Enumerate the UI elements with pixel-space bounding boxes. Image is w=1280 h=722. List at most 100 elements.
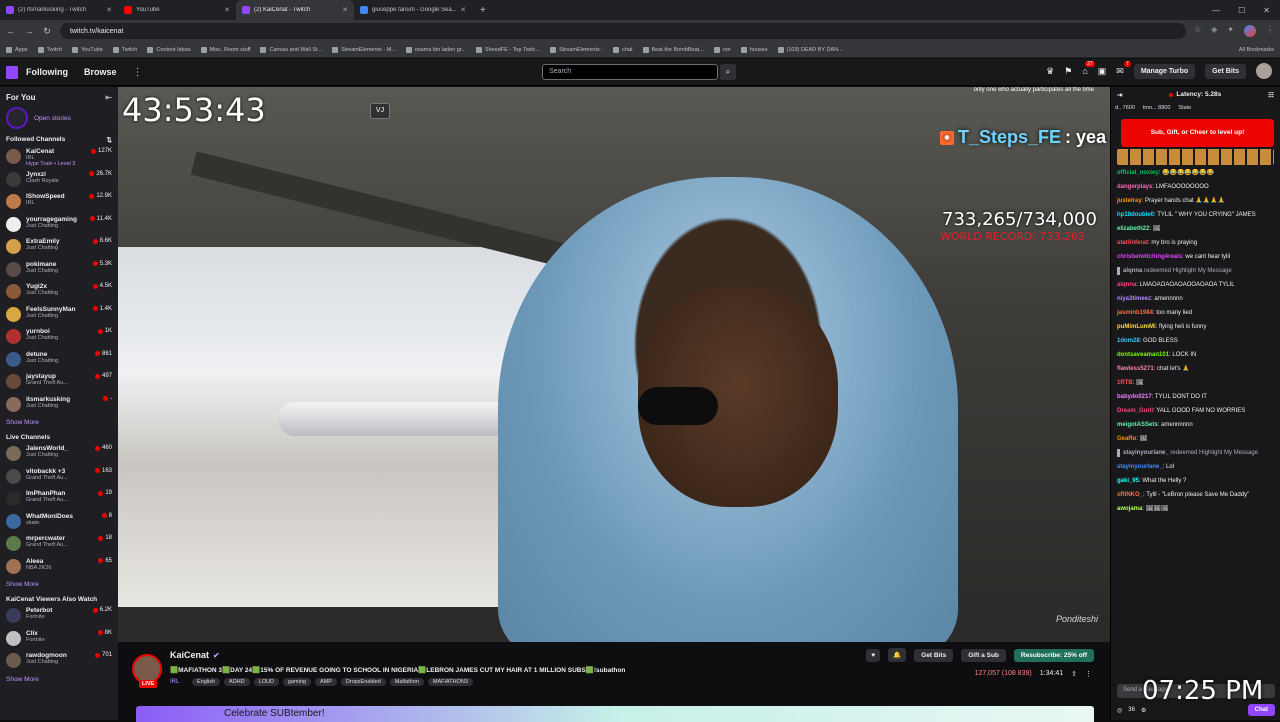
chat-username[interactable]: official_noxiey <box>1117 170 1159 176</box>
chat-username[interactable]: dontsaveaman101 <box>1117 352 1169 358</box>
minimize-icon[interactable]: — <box>1212 6 1220 15</box>
tab-close-icon[interactable]: ✕ <box>460 6 466 14</box>
get-bits-channel-button[interactable]: Get Bits <box>914 648 954 662</box>
sidebar-channel[interactable]: itsmarkusking Just Chatting - <box>0 394 118 417</box>
new-tab-icon[interactable]: + <box>472 5 494 16</box>
sidebar-channel[interactable]: KaiCenat IRL Hype Train • Level 3 127K <box>0 146 118 169</box>
stream-tag[interactable]: LOUD <box>253 678 279 686</box>
show-more-live[interactable]: Show More <box>0 578 118 592</box>
chat-username[interactable]: xRINKO_ <box>1117 492 1143 498</box>
chat-settings-icon[interactable]: ⚙ <box>1141 707 1146 714</box>
crown-icon[interactable]: ♛ <box>1046 66 1054 77</box>
bookmark-item[interactable]: StreamElements - M... <box>332 46 396 53</box>
sidebar-channel[interactable]: IShowSpeed IRL 12.9K <box>0 191 118 214</box>
browser-tab[interactable]: giuseppe fanum - Google Sea... ✕ <box>354 0 472 20</box>
chat-username[interactable]: stayinyourlane_ <box>1123 450 1169 456</box>
chat-username[interactable]: alqnna <box>1123 268 1142 274</box>
whispers-icon[interactable]: ✉ 7 <box>1116 60 1131 77</box>
chat-username[interactable]: 1dom28 <box>1117 338 1140 344</box>
nav-browse[interactable]: Browse <box>84 67 117 77</box>
forward-icon[interactable]: → <box>24 26 34 36</box>
stream-tag[interactable]: DropsEnabled <box>340 678 386 686</box>
more-icon[interactable]: ⋮ <box>133 67 143 78</box>
open-stories[interactable]: Open stories <box>0 104 118 132</box>
chat-username[interactable]: 1RTB <box>1117 380 1133 386</box>
bookmark-star-icon[interactable]: ☆ <box>1194 25 1201 37</box>
show-more-followed[interactable]: Show More <box>0 416 118 430</box>
twitch-logo-icon[interactable] <box>6 65 18 79</box>
maximize-icon[interactable]: ☐ <box>1238 6 1245 15</box>
stream-tag[interactable]: ADHD <box>224 678 250 686</box>
bookmark-item[interactable]: Misc. Room stuff <box>200 46 250 53</box>
search-icon[interactable]: ⌕ <box>720 64 736 80</box>
sidebar-channel[interactable]: Jynxzi Clash Royale 26.7K <box>0 169 118 192</box>
stream-category[interactable]: IRL <box>170 679 179 685</box>
sidebar-channel[interactable]: Yugi2x Just Chatting 4.5K <box>0 281 118 304</box>
channel-points-icon[interactable]: ◎ <box>1117 707 1122 714</box>
chat-username[interactable]: jasminb1984 <box>1117 310 1153 316</box>
bookmark-item[interactable]: StreamElements - <box>550 46 603 53</box>
menu-icon[interactable]: ⋮ <box>1266 25 1274 37</box>
sidebar-channel[interactable]: vitobackk +3 Grand Theft Au... 163 <box>0 466 118 489</box>
browser-tab[interactable]: (2) itsmarkusking - Twitch ✕ <box>0 0 118 20</box>
manage-turbo-button[interactable]: Manage Turbo <box>1133 63 1196 79</box>
chat-username[interactable]: niya3timeez <box>1117 296 1151 302</box>
chat-username[interactable]: meigotASSets <box>1117 422 1158 428</box>
inbox-icon[interactable]: ▣ <box>1098 66 1107 77</box>
bookmark-item[interactable]: houses <box>740 46 768 53</box>
sidebar-channel[interactable]: FeelsSunnyMan Just Chatting 1.4K <box>0 304 118 327</box>
sidebar-channel[interactable]: JalensWorld_ Just Chatting 460 <box>0 443 118 466</box>
address-bar[interactable]: twitch.tv/kaicenat <box>60 23 1186 39</box>
gift-sub-button[interactable]: Gift a Sub <box>961 648 1006 662</box>
tab-close-icon[interactable]: ✕ <box>224 6 230 14</box>
bookmark-item[interactable]: Twitch <box>112 46 137 53</box>
prime-icon[interactable]: ⚑ <box>1064 66 1072 77</box>
bookmark-item[interactable]: chat <box>613 46 633 53</box>
sidebar-channel[interactable]: Peterbot Fortnite 6.2K <box>0 605 118 628</box>
follow-heart-icon[interactable]: ♥ <box>866 648 881 662</box>
stream-tag[interactable]: Mafiathon <box>389 678 424 686</box>
bookmark-item[interactable]: Beat the BombBeat... <box>642 46 704 53</box>
bookmark-item[interactable]: Canvas and Wall St... <box>260 46 322 53</box>
tab-close-icon[interactable]: ✕ <box>106 6 112 14</box>
notifications-icon[interactable]: ⌂ 27 <box>1082 61 1095 76</box>
chat-username[interactable]: Dream_Gurll <box>1117 408 1153 414</box>
sidebar-channel[interactable]: ImPhanPhan Grand Theft Au... 19 <box>0 488 118 511</box>
share-icon[interactable]: ⇪ <box>1071 670 1077 678</box>
puzzle-icon[interactable]: ✦ <box>1227 25 1234 37</box>
chat-username[interactable]: hp18double0 <box>1117 212 1154 218</box>
get-bits-button[interactable]: Get Bits <box>1205 63 1246 79</box>
bookmark-item[interactable]: osama bin laden gr... <box>405 46 466 53</box>
sidebar-channel[interactable]: rawdogmoon Just Chatting 701 <box>0 650 118 673</box>
browser-tab[interactable]: YouTube ✕ <box>118 0 236 20</box>
sidebar-channel[interactable]: mrpercwater Grand Theft Au... 18 <box>0 533 118 556</box>
sidebar-channel[interactable]: detune Just Chatting 861 <box>0 349 118 372</box>
extension-icon[interactable]: ◈ <box>1211 25 1217 37</box>
sidebar-channel[interactable]: yurnboi Just Chatting 1K <box>0 326 118 349</box>
stream-tag[interactable]: English <box>192 678 221 686</box>
bookmark-item[interactable]: Apps <box>6 46 28 53</box>
bookmark-item[interactable]: YouTube <box>72 46 103 53</box>
bookmark-item[interactable]: oor <box>713 46 731 53</box>
stream-tag[interactable]: MAFIATHON3 <box>427 678 473 686</box>
back-icon[interactable]: ← <box>6 26 16 36</box>
stream-tag[interactable]: AMP <box>314 678 337 686</box>
chat-username[interactable]: justelray <box>1117 198 1142 204</box>
tab-close-icon[interactable]: ✕ <box>342 6 348 14</box>
chat-username[interactable]: dangerplays <box>1117 184 1152 190</box>
chat-username[interactable]: GeaRo <box>1117 436 1136 442</box>
sidebar-channel[interactable]: pokimane Just Chatting 5.3K <box>0 259 118 282</box>
sidebar-channel[interactable]: jaystayup Grand Theft Au... 497 <box>0 371 118 394</box>
sidebar-channel[interactable]: ExtraEmily Just Chatting 8.6K <box>0 236 118 259</box>
chat-username[interactable]: puMimLumMi <box>1117 324 1156 330</box>
users-icon[interactable]: ☷ <box>1268 91 1274 99</box>
profile-avatar[interactable] <box>1244 25 1256 37</box>
channel-name[interactable]: KaiCenat <box>170 650 209 660</box>
chat-username[interactable]: flawless5271 <box>1117 366 1154 372</box>
more-options-icon[interactable]: ⋮ <box>1085 670 1092 678</box>
cheer-banner[interactable]: Sub, Gift, or Cheer to level up! <box>1121 119 1274 147</box>
video-player[interactable]: 43:53:43 VJ only one who actually partic… <box>118 87 1110 642</box>
search-input[interactable]: Search <box>542 64 718 80</box>
notification-bell-icon[interactable]: 🔔 <box>888 648 907 662</box>
chat-username[interactable]: starlinferat <box>1117 240 1148 246</box>
